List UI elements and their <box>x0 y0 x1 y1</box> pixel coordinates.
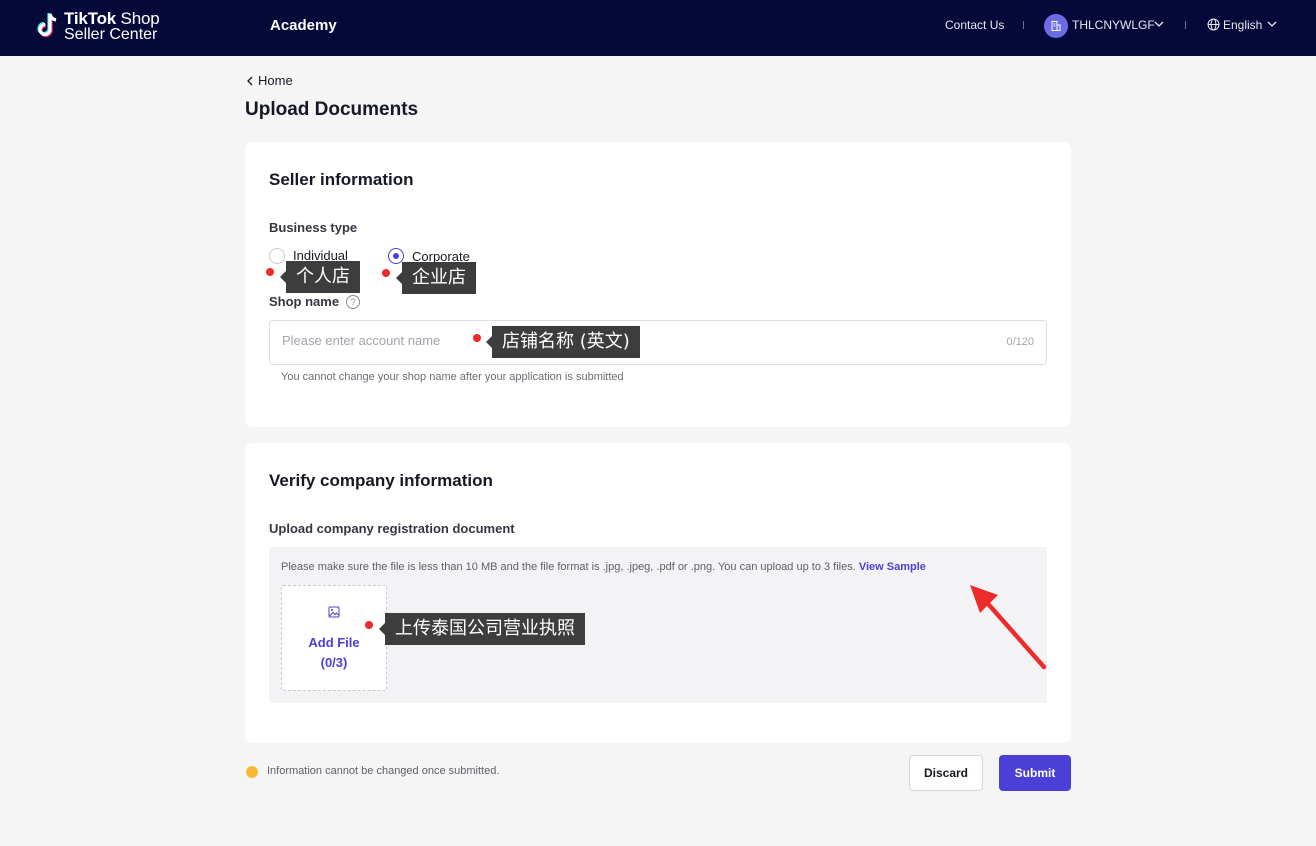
nav-divider <box>1185 21 1186 29</box>
annotation-dot <box>365 621 373 629</box>
back-link[interactable]: Home <box>247 73 293 88</box>
character-counter: 0/120 <box>1006 336 1034 348</box>
annotation-individual: 个人店 <box>280 261 360 293</box>
globe-icon[interactable] <box>1207 18 1220 31</box>
help-icon[interactable]: ? <box>346 295 360 309</box>
shop-name-field[interactable]: 0/120 <box>269 320 1047 365</box>
upload-document-label: Upload company registration document <box>269 521 515 536</box>
annotation-corporate: 企业店 <box>396 262 476 294</box>
top-nav: TikTok Shop Seller Center Academy Contac… <box>0 0 1316 56</box>
chevron-down-icon[interactable] <box>1267 20 1277 28</box>
annotation-dot <box>473 334 481 342</box>
academy-link[interactable]: Academy <box>270 17 337 34</box>
account-name[interactable]: THLCNYWLGF <box>1072 18 1155 32</box>
discard-button[interactable]: Discard <box>909 755 983 791</box>
page-title: Upload Documents <box>245 99 419 120</box>
submit-button[interactable]: Submit <box>999 755 1071 791</box>
warning-icon <box>246 766 258 778</box>
image-icon <box>328 606 340 618</box>
chevron-left-icon <box>247 76 253 85</box>
nav-divider <box>1023 21 1024 29</box>
annotation-dot <box>382 269 390 277</box>
brand-line2: Seller Center <box>64 26 158 43</box>
view-sample-link[interactable]: View Sample <box>859 561 926 573</box>
add-file-label: Add File (0/3) <box>282 633 386 673</box>
add-file-button[interactable]: Add File (0/3) <box>281 585 387 691</box>
seller-information-card: Seller information Business type Individ… <box>245 142 1071 427</box>
shop-name-label: Shop name <box>269 294 340 309</box>
contact-us-link[interactable]: Contact Us <box>945 18 1004 32</box>
chevron-down-icon[interactable] <box>1154 20 1164 28</box>
tiktok-logo-icon[interactable] <box>33 10 65 42</box>
annotation-shop-name: 店铺名称 (英文) <box>486 326 640 358</box>
brand-name[interactable]: TikTok Shop Seller Center <box>64 10 160 43</box>
upload-note: Please make sure the file is less than 1… <box>281 561 926 573</box>
company-information-card: Verify company information Upload compan… <box>245 443 1071 743</box>
business-type-label: Business type <box>269 220 358 235</box>
building-icon <box>1051 21 1061 31</box>
annotation-arrow-icon <box>970 585 1047 670</box>
language-selector[interactable]: English <box>1223 18 1262 32</box>
upload-note-text: Please make sure the file is less than 1… <box>281 561 856 573</box>
add-file-count: (0/3) <box>320 655 348 670</box>
annotation-upload: 上传泰国公司营业执照 <box>379 613 585 645</box>
annotation-dot <box>266 268 274 276</box>
company-information-title: Verify company information <box>269 471 493 490</box>
seller-information-title: Seller information <box>269 170 414 189</box>
add-file-text: Add File <box>308 635 360 650</box>
back-link-label: Home <box>258 73 293 88</box>
shop-name-hint: You cannot change your shop name after y… <box>281 371 624 383</box>
account-avatar[interactable] <box>1044 14 1068 38</box>
warning-text: Information cannot be changed once submi… <box>267 765 500 777</box>
radio-individual[interactable] <box>269 248 285 264</box>
